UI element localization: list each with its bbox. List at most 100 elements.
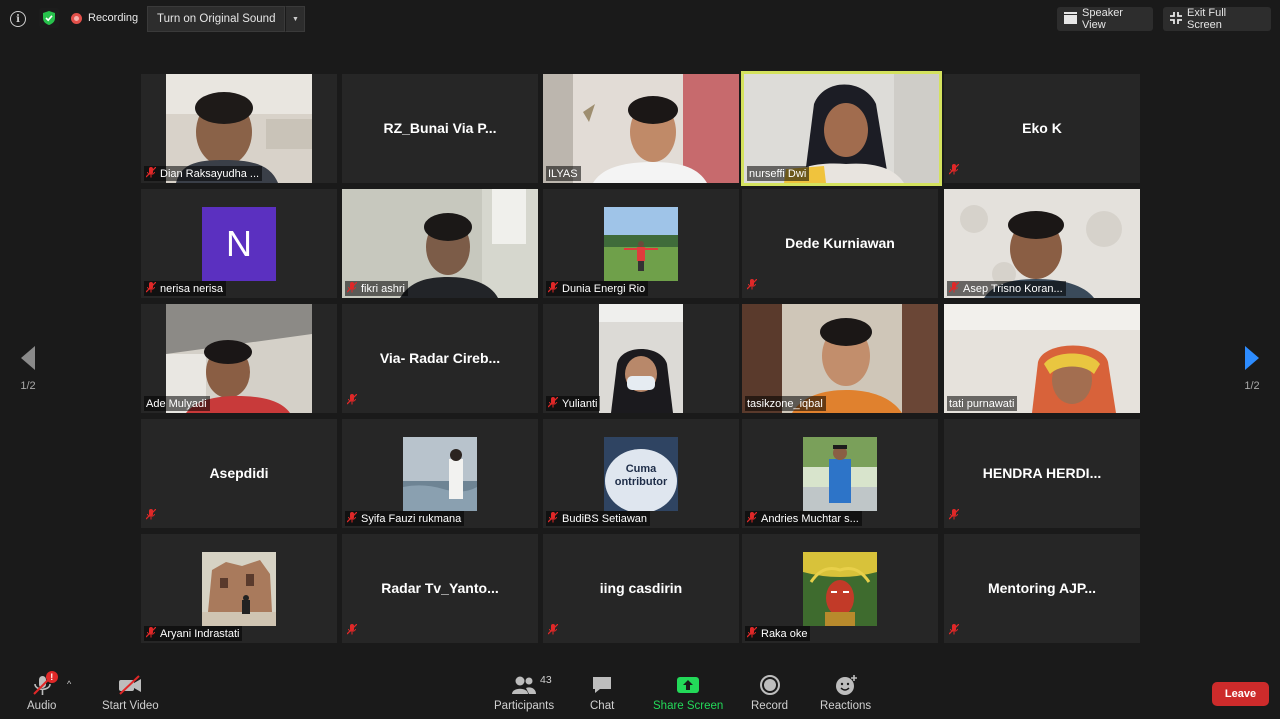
participant-tile[interactable]: tati purnawati [944, 304, 1140, 413]
participant-name: Syifa Fauzi rukmana [345, 511, 465, 526]
participant-video [599, 304, 683, 413]
reactions-button[interactable]: Reactions [820, 674, 871, 712]
participant-profile-photo [202, 552, 276, 626]
participant-tile[interactable]: Eko K [944, 74, 1140, 183]
participant-profile-photo [803, 437, 877, 511]
info-icon[interactable]: i [10, 11, 26, 27]
participant-name: Andries Muchtar s... [745, 511, 862, 526]
participant-display-name: Mentoring AJP... [987, 580, 1097, 596]
participants-count: 43 [540, 674, 552, 686]
mic-muted-icon [145, 626, 157, 641]
mic-muted-icon [746, 511, 758, 526]
mic-muted-icon [948, 622, 960, 640]
participant-tile[interactable]: N nerisa nerisa [141, 189, 337, 298]
participant-name: Raka oke [745, 626, 811, 641]
mic-muted-icon: ! [31, 671, 58, 696]
participant-tile[interactable]: Syifa Fauzi rukmana [342, 419, 538, 528]
record-icon [759, 674, 781, 696]
participant-tile[interactable]: Radar Tv_Yanto... [342, 534, 538, 643]
participant-tile[interactable]: Asep Trisno Koran... [944, 189, 1140, 298]
leave-meeting-button[interactable]: Leave [1212, 682, 1269, 706]
participant-tile[interactable]: fikri ashri [342, 189, 538, 298]
record-label: Record [751, 700, 789, 712]
participant-tile[interactable]: Via- Radar Cireb... [342, 304, 538, 413]
meeting-toolbar: ! Audio ^ Start Video 43 Participants Ch… [0, 660, 1280, 719]
speaker-view-label: Speaker View [1082, 7, 1123, 31]
reactions-emoji-icon [834, 674, 858, 696]
participant-name: Yulianti [546, 396, 601, 411]
audio-alert-badge: ! [45, 671, 58, 683]
chat-label: Chat [590, 700, 615, 712]
participant-name: Dian Raksayudha ... [144, 166, 263, 181]
chat-icon [591, 674, 613, 696]
shield-icon[interactable] [39, 8, 59, 28]
participant-tile[interactable]: iing casdirin [543, 534, 739, 643]
mic-muted-icon [145, 281, 157, 296]
start-video-button[interactable]: Start Video [102, 674, 159, 712]
participant-tile[interactable]: Raka oke [742, 534, 938, 643]
next-page-button[interactable]: 1/2 [1240, 345, 1264, 392]
participant-name: ILYAS [546, 166, 581, 181]
share-screen-label: Share Screen [653, 700, 724, 712]
audio-options-chevron-icon[interactable]: ^ [67, 679, 71, 689]
chat-button[interactable]: Chat [590, 674, 614, 712]
participant-profile-photo: Cuma ontributor [604, 437, 678, 511]
share-screen-button[interactable]: Share Screen [653, 674, 723, 712]
original-sound-control: Turn on Original Sound ▼ [147, 6, 306, 32]
participant-tile[interactable]: RZ_Bunai Via P... [342, 74, 538, 183]
mic-muted-icon [948, 281, 960, 296]
participant-display-name: HENDRA HERDI... [982, 465, 1102, 481]
participant-tile[interactable]: Dede Kurniawan [742, 189, 938, 298]
participant-avatar-initial: N [202, 207, 276, 281]
share-screen-icon [676, 674, 700, 696]
participant-name: Aryani Indrastati [144, 626, 243, 641]
participant-profile-photo [604, 207, 678, 281]
participant-tile[interactable]: Mentoring AJP... [944, 534, 1140, 643]
audio-label: Audio [27, 700, 57, 712]
chevron-down-icon[interactable]: ▼ [285, 6, 306, 32]
participant-tile[interactable]: Dunia Energi Rio [543, 189, 739, 298]
participant-profile-photo [403, 437, 477, 511]
previous-page-button[interactable]: 1/2 [16, 345, 40, 392]
record-button[interactable]: Record [751, 674, 788, 712]
participant-tile[interactable]: Aryani Indrastati [141, 534, 337, 643]
participant-tile[interactable]: Andries Muchtar s... [742, 419, 938, 528]
mic-muted-icon [746, 626, 758, 641]
exit-fullscreen-label: Exit Full Screen [1187, 7, 1227, 31]
mic-muted-icon [547, 511, 559, 526]
mic-muted-icon [346, 392, 358, 410]
participant-tile[interactable]: Ade Mulyadi [141, 304, 337, 413]
participant-tile[interactable]: tasikzone_iqbal [742, 304, 938, 413]
participant-name: BudiBS Setiawan [546, 511, 650, 526]
exit-fullscreen-button[interactable]: Exit Full Screen [1163, 7, 1271, 31]
recording-indicator[interactable]: Recording [71, 12, 138, 24]
participant-name: tati purnawati [947, 396, 1018, 411]
page-indicator: 1/2 [20, 380, 36, 392]
participant-tile[interactable]: Yulianti [543, 304, 739, 413]
recording-label: Recording [88, 12, 139, 24]
page-indicator: 1/2 [1244, 380, 1260, 392]
mic-muted-icon [547, 622, 559, 640]
arrow-left-icon [19, 346, 37, 374]
participant-display-name: Dede Kurniawan [785, 235, 895, 251]
participants-icon: 43 [511, 674, 552, 696]
original-sound-button[interactable]: Turn on Original Sound [147, 6, 286, 32]
mic-muted-icon [145, 507, 157, 525]
mic-muted-icon [948, 162, 960, 180]
camera-off-icon [117, 674, 143, 696]
speaker-view-button[interactable]: Speaker View [1057, 7, 1153, 31]
participant-tile[interactable]: Dian Raksayudha ... [141, 74, 337, 183]
audio-button[interactable]: ! Audio [27, 671, 58, 712]
participant-name: fikri ashri [345, 281, 409, 296]
participant-name: Ade Mulyadi [144, 396, 210, 411]
participant-tile-active-speaker[interactable]: nurseffi Dwi [741, 71, 942, 186]
participant-name: tasikzone_iqbal [745, 396, 826, 411]
participants-button[interactable]: 43 Participants [494, 674, 554, 712]
participant-tile[interactable]: HENDRA HERDI... [944, 419, 1140, 528]
participant-name: nerisa nerisa [144, 281, 226, 296]
participant-tile[interactable]: Asepdidi [141, 419, 337, 528]
participant-tile[interactable]: ILYAS [543, 74, 739, 183]
participant-display-name: iing casdirin [599, 580, 683, 596]
participant-tile[interactable]: Cuma ontributor BudiBS Setiawan [543, 419, 739, 528]
reactions-label: Reactions [820, 700, 872, 712]
